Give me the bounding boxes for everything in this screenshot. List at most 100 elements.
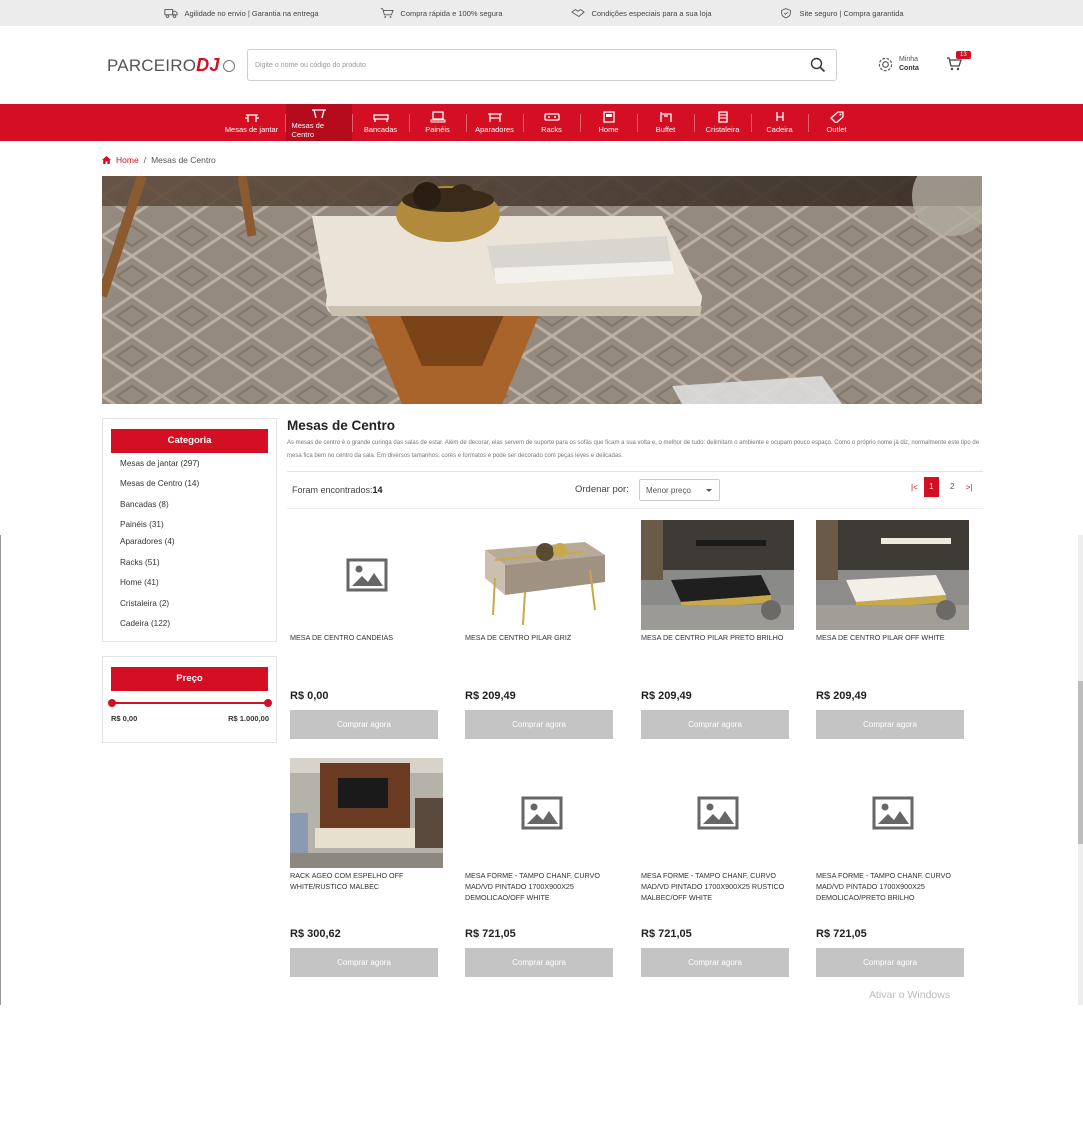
nav-item-bancadas[interactable]: Bancadas bbox=[353, 104, 409, 141]
product-image-container[interactable] bbox=[290, 758, 443, 868]
rack-icon bbox=[543, 113, 560, 121]
category-link[interactable]: Home (41) bbox=[120, 578, 159, 587]
page-scrollbar[interactable] bbox=[1078, 535, 1083, 1005]
cart-icon bbox=[381, 8, 395, 18]
results-toolbar: Foram encontrados:14 Ordenar por: Menor … bbox=[287, 471, 983, 509]
product-name[interactable]: MESA DE CENTRO CANDEIAS bbox=[290, 632, 443, 643]
buy-now-button[interactable]: Comprar agora bbox=[641, 948, 789, 977]
product-name[interactable]: MESA DE CENTRO PILAR PRETO BRILHO bbox=[641, 632, 794, 643]
price-filter-title: Preço bbox=[111, 667, 268, 691]
truck-icon bbox=[164, 9, 178, 18]
site-header: PARCEIRO DJ Digite o nome ou código do p… bbox=[0, 26, 1083, 104]
product-image bbox=[641, 520, 794, 630]
product-name[interactable]: MESA DE CENTRO PILAR OFF WHITE bbox=[816, 632, 969, 643]
product-name[interactable]: MESA DE CENTRO PILAR GRIZ bbox=[465, 632, 618, 643]
topbar-item-shipping: Agilidade no envio | Garantia na entrega bbox=[142, 7, 342, 19]
product-name[interactable]: MESA FORME - TAMPO CHANF. CURVO MAD/VD P… bbox=[816, 870, 969, 903]
first-page-icon[interactable]: |< bbox=[911, 483, 918, 492]
price-min-handle[interactable] bbox=[108, 699, 116, 707]
product-card[interactable]: MESA DE CENTRO CANDEIAS R$ 0,00 Comprar ag… bbox=[290, 520, 443, 739]
product-name[interactable]: MESA FORME - TAMPO CHANF. CURVO MAD/VD P… bbox=[641, 870, 794, 903]
nav-item-cristaleira[interactable]: Cristaleira bbox=[695, 104, 751, 141]
buffet-icon bbox=[659, 112, 672, 122]
product-card[interactable]: RACK AGEO COM ESPELHO OFF WHITE/RUSTICO … bbox=[290, 758, 443, 977]
bench-icon bbox=[372, 114, 389, 122]
category-link[interactable]: Mesas de Centro (14) bbox=[120, 479, 199, 488]
buy-now-button[interactable]: Comprar agora bbox=[816, 710, 964, 739]
nav-item-mesas-de-jantar[interactable]: Mesas de jantar bbox=[219, 104, 285, 141]
category-link[interactable]: Cristaleira (2) bbox=[120, 599, 169, 608]
search-icon[interactable] bbox=[810, 57, 826, 73]
nav-item-outlet[interactable]: Outlet bbox=[809, 104, 865, 141]
banner-image bbox=[102, 176, 982, 404]
product-image-container[interactable] bbox=[465, 758, 618, 868]
product-card[interactable]: MESA FORME - TAMPO CHANF. CURVO MAD/VD P… bbox=[641, 758, 794, 977]
buy-now-button[interactable]: Comprar agora bbox=[290, 710, 438, 739]
pagination: |< 1 2 >| bbox=[911, 477, 973, 497]
price-range-slider[interactable] bbox=[108, 699, 272, 707]
page-2[interactable]: 2 bbox=[945, 477, 960, 497]
product-image-container[interactable] bbox=[816, 758, 969, 868]
product-name[interactable]: MESA FORME - TAMPO CHANF. CURVO MAD/VD P… bbox=[465, 870, 618, 903]
product-image-container[interactable] bbox=[641, 758, 794, 868]
nav-item-racks[interactable]: Racks bbox=[524, 104, 580, 141]
window-edge bbox=[0, 535, 1, 1005]
product-name[interactable]: RACK AGEO COM ESPELHO OFF WHITE/RUSTICO … bbox=[290, 870, 443, 892]
site-logo[interactable]: PARCEIRO DJ bbox=[107, 55, 235, 76]
product-price: R$ 209,49 bbox=[641, 690, 692, 702]
image-placeholder-icon bbox=[521, 796, 562, 830]
price-max-handle[interactable] bbox=[264, 699, 272, 707]
product-card[interactable]: MESA FORME - TAMPO CHANF. CURVO MAD/VD P… bbox=[816, 758, 969, 977]
nav-item-buffet[interactable]: Buffet bbox=[638, 104, 694, 141]
search-input[interactable]: Digite o nome ou código do produto bbox=[247, 49, 837, 81]
product-card[interactable]: MESA FORME - TAMPO CHANF. CURVO MAD/VD P… bbox=[465, 758, 618, 977]
chair-icon bbox=[775, 112, 784, 121]
price-min-value: R$ 0,00 bbox=[111, 714, 138, 723]
home-icon[interactable] bbox=[102, 156, 111, 164]
cart-button[interactable] bbox=[946, 57, 962, 76]
product-card[interactable]: MESA DE CENTRO PILAR PRETO BRILHO R$ 209,… bbox=[641, 520, 794, 739]
product-price: R$ 0,00 bbox=[290, 690, 329, 702]
category-filter: Categoria Mesas de jantar (297) Mesas de … bbox=[102, 418, 277, 642]
my-account-link[interactable]: Minha Conta bbox=[877, 55, 919, 73]
nav-item-aparadores[interactable]: Aparadores bbox=[467, 104, 523, 141]
product-image-container[interactable] bbox=[465, 520, 618, 630]
nav-item-mesas-de-centro[interactable]: Mesas de Centro bbox=[285, 104, 352, 141]
product-image-container[interactable] bbox=[816, 520, 969, 630]
nav-item-home[interactable]: Home bbox=[581, 104, 637, 141]
category-link[interactable]: Cadeira (122) bbox=[120, 619, 170, 628]
category-link[interactable]: Aparadores (4) bbox=[120, 537, 175, 546]
product-card[interactable]: MESA DE CENTRO PILAR OFF WHITE R$ 209,49 C… bbox=[816, 520, 969, 739]
category-link[interactable]: Racks (51) bbox=[120, 558, 160, 567]
buy-now-button[interactable]: Comprar agora bbox=[816, 948, 964, 977]
image-placeholder-icon bbox=[697, 796, 738, 830]
buy-now-button[interactable]: Comprar agora bbox=[465, 710, 613, 739]
product-image-container[interactable] bbox=[290, 520, 443, 630]
product-price: R$ 721,05 bbox=[465, 928, 516, 940]
image-placeholder-icon bbox=[872, 796, 913, 830]
buy-now-button[interactable]: Comprar agora bbox=[290, 948, 438, 977]
buy-now-button[interactable]: Comprar agora bbox=[641, 710, 789, 739]
last-page-icon[interactable]: >| bbox=[966, 483, 973, 492]
category-banner bbox=[102, 176, 982, 404]
page-1[interactable]: 1 bbox=[923, 477, 939, 497]
sort-select[interactable]: Menor preço bbox=[639, 479, 720, 501]
nav-item-pain-is[interactable]: Painéis bbox=[410, 104, 466, 141]
sort-label: Ordenar por: bbox=[575, 484, 629, 495]
product-image-container[interactable] bbox=[641, 520, 794, 630]
product-price: R$ 209,49 bbox=[465, 690, 516, 702]
category-link[interactable]: Painéis (31) bbox=[120, 520, 164, 529]
results-count: Foram encontrados:14 bbox=[292, 485, 383, 495]
category-link[interactable]: Mesas de jantar (297) bbox=[120, 459, 200, 468]
buy-now-button[interactable]: Comprar agora bbox=[465, 948, 613, 977]
nav-item-cadeira[interactable]: Cadeira bbox=[752, 104, 808, 141]
breadcrumb-home-link[interactable]: Home bbox=[116, 155, 139, 165]
scrollbar-thumb[interactable] bbox=[1078, 681, 1083, 844]
image-placeholder-icon bbox=[346, 558, 387, 592]
top-info-bar: Agilidade no envio | Garantia na entrega… bbox=[0, 0, 1083, 26]
product-card[interactable]: MESA DE CENTRO PILAR GRIZ R$ 209,49 Compra… bbox=[465, 520, 618, 739]
category-link[interactable]: Bancadas (8) bbox=[120, 500, 169, 509]
product-price: R$ 300,62 bbox=[290, 928, 341, 940]
product-price: R$ 721,05 bbox=[641, 928, 692, 940]
price-max-value: R$ 1.000,00 bbox=[228, 714, 269, 723]
